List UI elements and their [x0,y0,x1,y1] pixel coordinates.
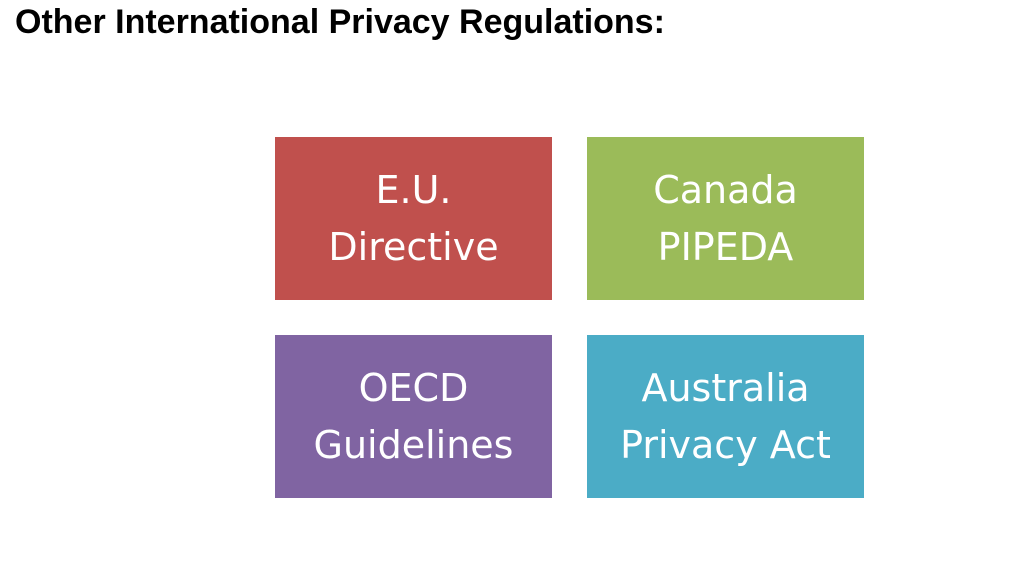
box-label-line2: Directive [328,224,499,269]
box-label-line2: PIPEDA [657,224,794,269]
eu-directive-box: E.U. Directive [275,137,552,300]
box-label-line1: Australia [641,365,810,410]
australia-privacy-act-box: Australia Privacy Act [587,335,864,498]
slide: Other International Privacy Regulations:… [0,0,1012,569]
canada-pipeda-box: Canada PIPEDA [587,137,864,300]
box-label-line1: OECD [358,365,469,410]
box-label-line2: Privacy Act [620,422,831,467]
box-label-line1: Canada [653,167,798,212]
box-label-line2: Guidelines [313,422,514,467]
box-label-line1: E.U. [375,167,452,212]
page-title: Other International Privacy Regulations: [15,3,665,41]
oecd-guidelines-box: OECD Guidelines [275,335,552,498]
